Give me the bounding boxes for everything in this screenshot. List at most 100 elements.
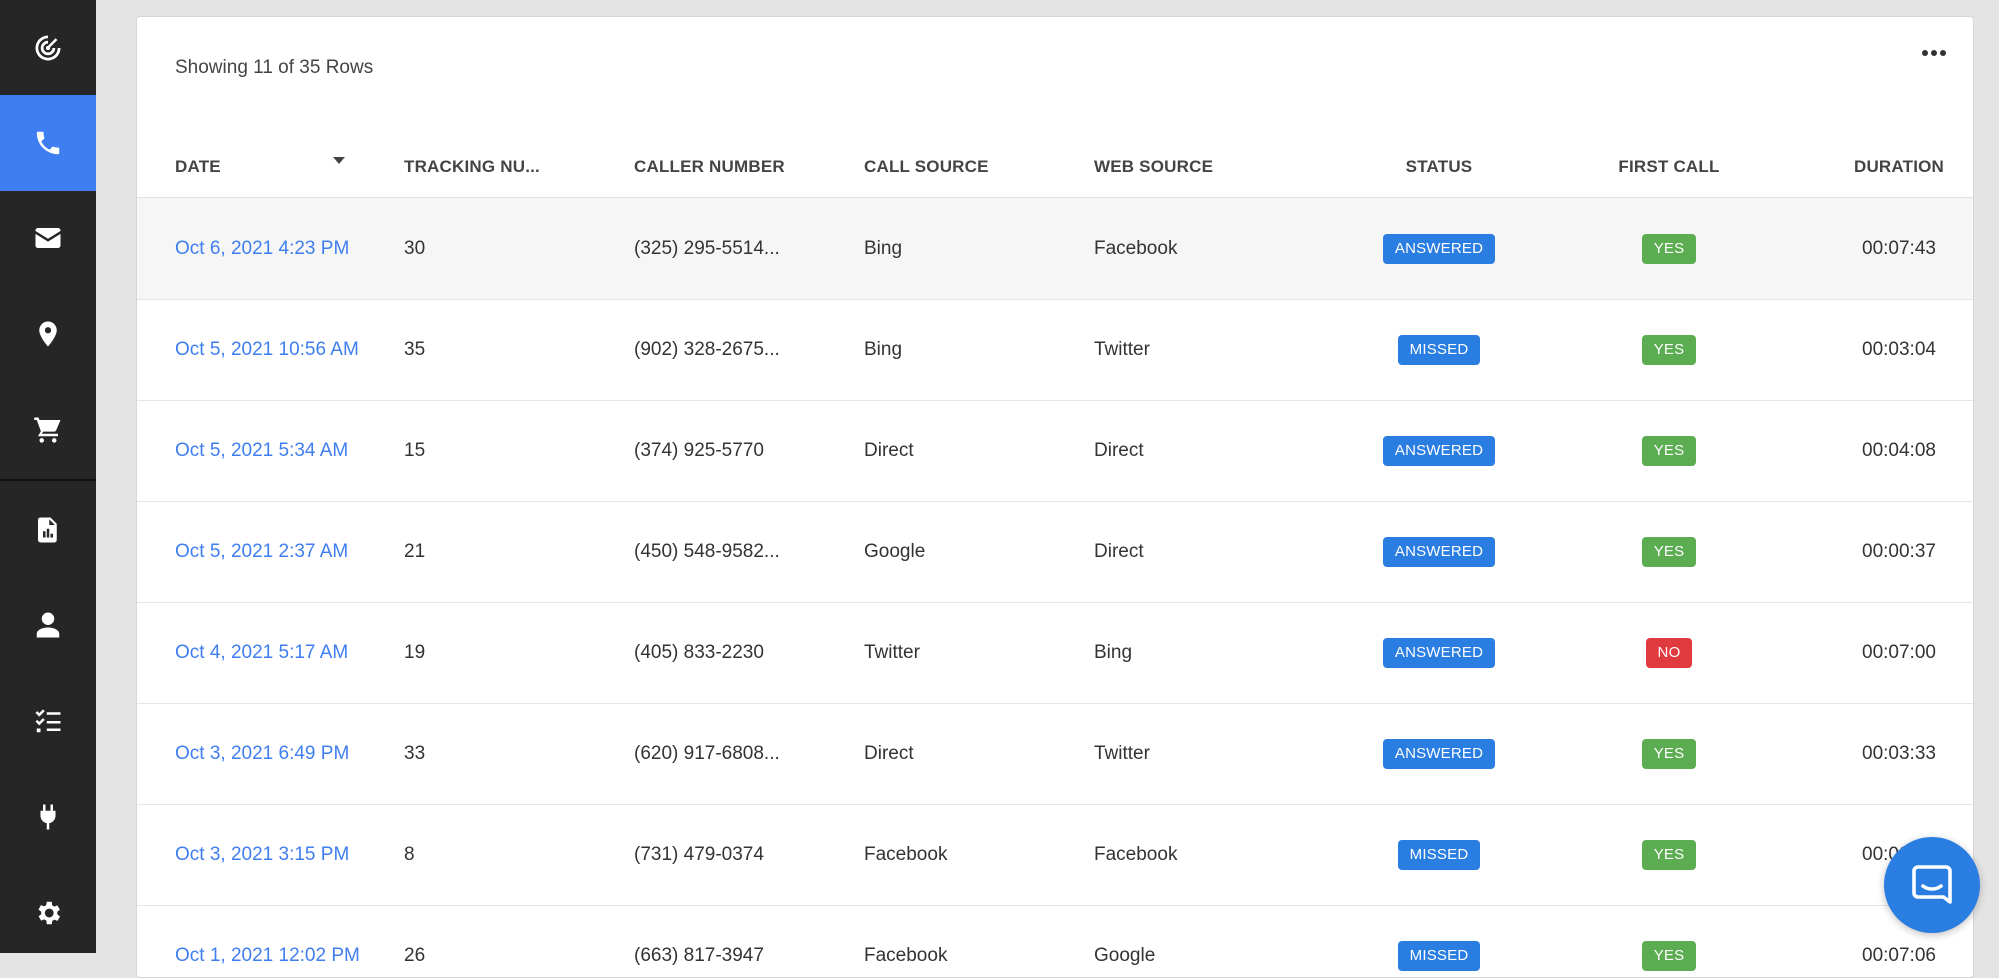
user-icon (36, 612, 60, 638)
status-badge: ANSWERED (1382, 435, 1496, 466)
sidebar-item-settings[interactable] (0, 865, 96, 961)
duration-cell: 00:03:33 (1862, 743, 1936, 764)
chat-launcher-button[interactable] (1884, 837, 1980, 933)
date-link[interactable]: Oct 6, 2021 4:23 PM (175, 198, 365, 299)
status-cell: MISSED (1324, 804, 1554, 905)
first-call-badge: YES (1641, 738, 1697, 769)
web-source-cell: Facebook (1094, 238, 1178, 259)
column-header-call-source[interactable]: CALL SOURCE (864, 137, 1064, 197)
column-header-web-source[interactable]: WEB SOURCE (1094, 137, 1294, 197)
call-source-cell: Facebook (864, 945, 948, 966)
sidebar-item-locations[interactable] (0, 286, 96, 382)
sidebar-item-dashboard[interactable] (0, 0, 96, 96)
date-link[interactable]: Oct 3, 2021 6:49 PM (175, 703, 365, 804)
column-header-duration[interactable]: DURATION (1784, 137, 1973, 197)
table-row[interactable]: Oct 6, 2021 4:23 PM 30 (325) 295-5514... Bi… (137, 198, 1973, 300)
status-cell: ANSWERED (1324, 198, 1554, 299)
first-call-badge: YES (1641, 940, 1697, 971)
table-row[interactable]: Oct 3, 2021 6:49 PM 33 (620) 917-6808... Di… (137, 703, 1973, 805)
duration-cell: 00:03:04 (1862, 339, 1936, 360)
sidebar-item-contacts[interactable] (0, 577, 96, 673)
first-call-cell: YES (1554, 905, 1784, 977)
table-row[interactable]: Oct 5, 2021 2:37 AM 21 (450) 548-9582... Go… (137, 501, 1973, 603)
caller-number-cell: (450) 548-9582... (634, 541, 780, 562)
table-row[interactable]: Oct 5, 2021 10:56 AM 35 (902) 328-2675... B… (137, 299, 1973, 401)
sidebar-item-integrations[interactable] (0, 769, 96, 865)
first-call-badge: YES (1641, 435, 1697, 466)
sidebar-item-forms[interactable] (0, 190, 96, 286)
column-header-tracking-number[interactable]: TRACKING NU... (404, 137, 554, 197)
status-cell: ANSWERED (1324, 703, 1554, 804)
caller-number-cell: (620) 917-6808... (634, 743, 780, 764)
date-link[interactable]: Oct 5, 2021 10:56 AM (175, 299, 365, 400)
tracking-number-cell: 30 (404, 238, 426, 259)
web-source-cell: Google (1094, 945, 1156, 966)
status-badge: MISSED (1397, 940, 1481, 971)
status-cell: ANSWERED (1324, 602, 1554, 703)
call-source-cell: Twitter (864, 642, 920, 663)
date-link[interactable]: Oct 5, 2021 5:34 AM (175, 400, 365, 501)
tracking-number-cell: 35 (404, 339, 426, 360)
duration-cell: 00:07:43 (1862, 238, 1936, 259)
first-call-cell: NO (1554, 602, 1784, 703)
gear-icon (38, 901, 61, 925)
duration-cell: 00:07:00 (1862, 642, 1936, 663)
row-count-text: Showing 11 of 35 Rows (175, 57, 374, 78)
sidebar (0, 0, 96, 953)
date-link[interactable]: Oct 4, 2021 5:17 AM (175, 602, 365, 703)
date-link[interactable]: Oct 3, 2021 3:15 PM (175, 804, 365, 905)
date-link[interactable]: Oct 1, 2021 12:02 PM (175, 905, 365, 977)
date-link[interactable]: Oct 5, 2021 2:37 AM (175, 501, 365, 602)
first-call-badge: YES (1641, 536, 1697, 567)
tracking-number-cell: 21 (404, 541, 426, 562)
column-header-status[interactable]: STATUS (1324, 137, 1554, 197)
table-row[interactable]: Oct 4, 2021 5:17 AM 19 (405) 833-2230 Twitt… (137, 602, 1973, 704)
chat-icon (1912, 865, 1952, 904)
status-cell: ANSWERED (1324, 501, 1554, 602)
sidebar-item-ecommerce[interactable] (0, 382, 96, 478)
tracking-number-cell: 26 (404, 945, 426, 966)
more-dot-icon (1940, 50, 1946, 56)
tracking-number-cell: 33 (404, 743, 426, 764)
web-source-cell: Facebook (1094, 844, 1178, 865)
calls-table-card: Showing 11 of 35 Rows DATE TRACKING NU..… (136, 16, 1974, 978)
tracking-number-cell: 8 (404, 844, 415, 865)
status-cell: MISSED (1324, 299, 1554, 400)
column-header-caller-number[interactable]: CALLER NUMBER (634, 137, 834, 197)
first-call-cell: YES (1554, 703, 1784, 804)
caller-number-cell: (405) 833-2230 (634, 642, 764, 663)
column-header-first-call[interactable]: FIRST CALL (1554, 137, 1784, 197)
web-source-cell: Twitter (1094, 743, 1150, 764)
first-call-cell: YES (1554, 299, 1784, 400)
sidebar-item-calls[interactable] (0, 95, 96, 191)
more-options-button[interactable] (1917, 41, 1951, 65)
web-source-cell: Direct (1094, 440, 1144, 461)
call-source-cell: Direct (864, 440, 914, 461)
sort-descending-icon[interactable] (333, 157, 345, 164)
first-call-cell: YES (1554, 198, 1784, 299)
first-call-badge: YES (1641, 839, 1697, 870)
table-row[interactable]: Oct 1, 2021 12:02 PM 26 (663) 817-3947 Face… (137, 905, 1973, 977)
checklist-icon (35, 709, 61, 733)
report-icon (38, 517, 57, 543)
status-badge: ANSWERED (1382, 536, 1496, 567)
call-source-cell: Direct (864, 743, 914, 764)
tracking-number-cell: 19 (404, 642, 426, 663)
more-dot-icon (1922, 50, 1928, 56)
duration-cell: 00:04:08 (1862, 440, 1936, 461)
table-row[interactable]: Oct 5, 2021 5:34 AM 15 (374) 925-5770 Direc… (137, 400, 1973, 502)
caller-number-cell: (325) 295-5514... (634, 238, 780, 259)
cart-icon (34, 417, 61, 443)
table-header: DATE TRACKING NU... CALLER NUMBER CALL S… (137, 137, 1973, 198)
call-source-cell: Bing (864, 339, 903, 360)
status-badge: ANSWERED (1382, 637, 1496, 668)
sidebar-item-tasks[interactable] (0, 673, 96, 769)
plug-icon (40, 804, 56, 830)
sidebar-item-reports[interactable] (0, 482, 96, 578)
call-source-cell: Google (864, 541, 926, 562)
caller-number-cell: (731) 479-0374 (634, 844, 764, 865)
column-header-date[interactable]: DATE (175, 137, 345, 197)
first-call-cell: YES (1554, 400, 1784, 501)
first-call-badge: YES (1641, 334, 1697, 365)
table-row[interactable]: Oct 3, 2021 3:15 PM 8 (731) 479-0374 Facebo… (137, 804, 1973, 906)
